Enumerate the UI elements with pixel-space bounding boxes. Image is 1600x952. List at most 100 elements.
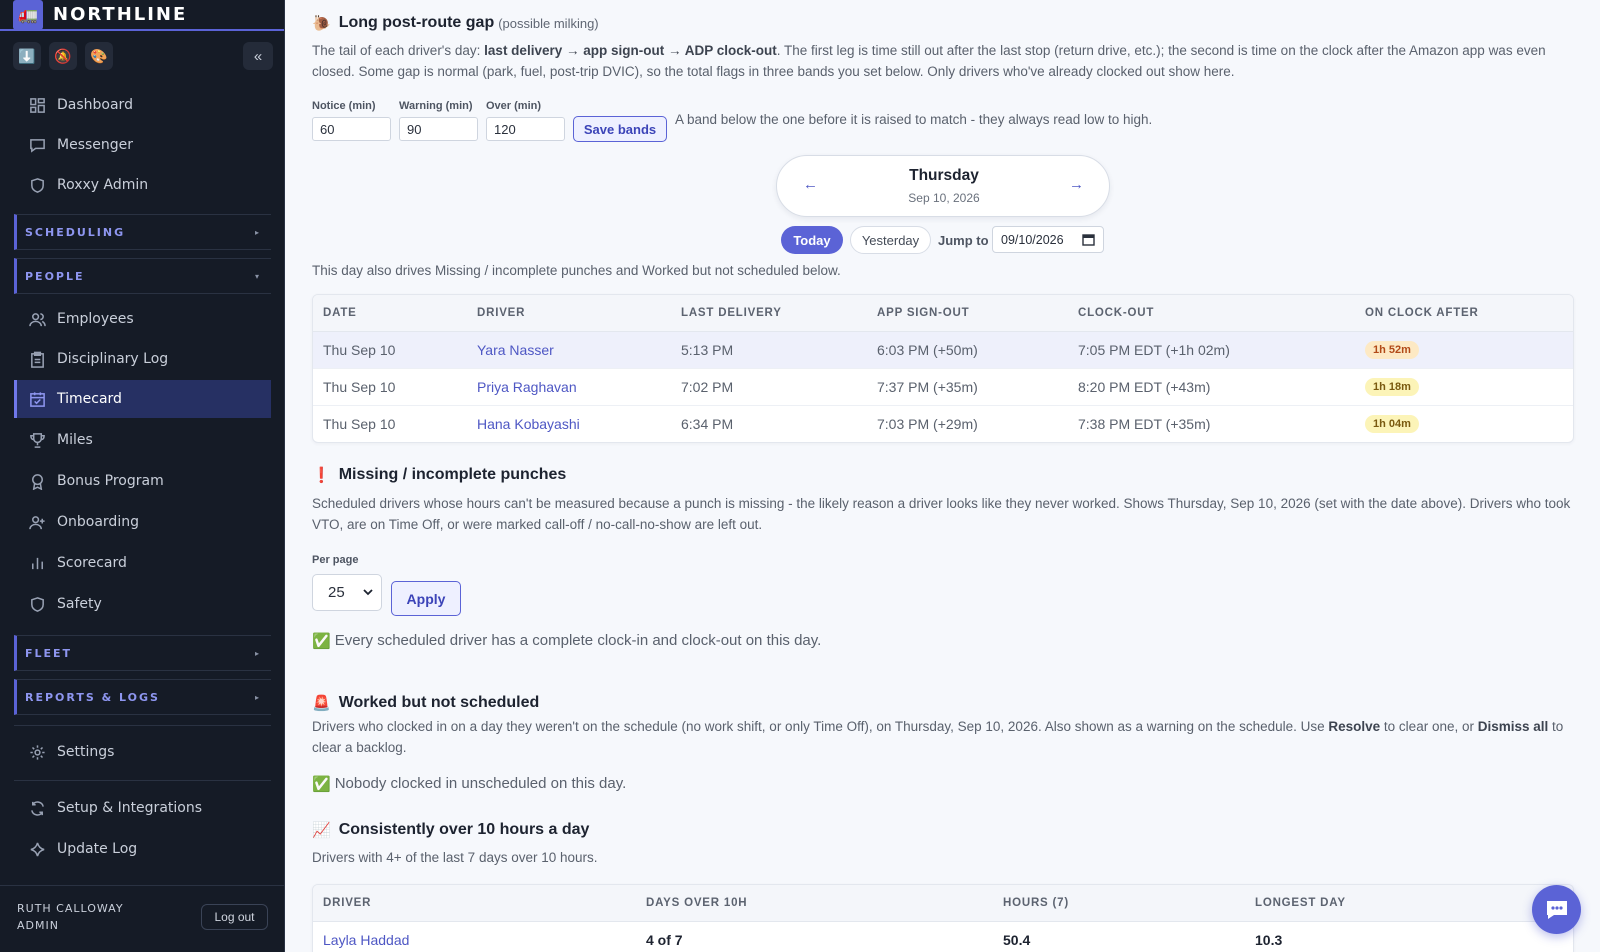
jump-to-date-input[interactable]: 09/10/2026 [992, 226, 1104, 253]
section-title-missing-punches: ❗ Missing / incomplete punches [312, 466, 566, 484]
dashboard-icon [28, 96, 46, 114]
per-page-label: Per page [312, 554, 359, 566]
day-weekday: Thursday [909, 167, 979, 184]
snail-icon: 🐌 [312, 15, 331, 32]
warning-label: Warning (min) [399, 100, 473, 112]
sidebar-item-label: Timecard [57, 391, 122, 407]
cell-date: Thu Sep 10 [313, 331, 467, 369]
cell-last-delivery: 7:02 PM [671, 368, 867, 406]
overtime-description: Drivers with 4+ of the last 7 days over … [312, 850, 598, 865]
cell-app-sign-out: 6:03 PM (+50m) [867, 331, 1068, 369]
sidebar-item-setup-integrations[interactable]: Setup & Integrations [14, 789, 271, 827]
palette-icon[interactable]: 🎨 [85, 42, 113, 70]
clipboard-icon [28, 350, 46, 368]
cell-days-over: 4 of 7 [636, 921, 993, 952]
sidebar-item-onboarding[interactable]: Onboarding [14, 503, 271, 541]
yesterday-button[interactable]: Yesterday [850, 226, 931, 254]
sidebar-item-employees[interactable]: Employees [14, 300, 271, 338]
dismiss-all-term: Dismiss all [1477, 719, 1549, 734]
cell-app-sign-out: 7:37 PM (+35m) [867, 368, 1068, 406]
col-header-clock-out[interactable]: CLOCK-OUT [1068, 295, 1355, 332]
ok-text: Every scheduled driver has a complete cl… [334, 632, 822, 649]
per-page-select[interactable]: 25 [312, 574, 382, 611]
brand[interactable]: 🚛 NORTHLINE [0, 0, 284, 31]
section-people[interactable]: PEOPLE ▾ [14, 258, 271, 294]
sidebar-item-roxxy-admin[interactable]: Roxxy Admin [14, 166, 271, 204]
warning-input[interactable] [399, 117, 478, 141]
chat-button[interactable] [1532, 885, 1581, 934]
section-title: Long post-route gap [338, 14, 495, 31]
sidebar-divider [14, 725, 271, 726]
driver-link[interactable]: Layla Haddad [323, 932, 409, 948]
col-header-days-over-10h[interactable]: DAYS OVER 10H [636, 885, 993, 922]
sidebar-item-label: Employees [57, 311, 134, 327]
sidebar-item-scorecard[interactable]: Scorecard [14, 544, 271, 582]
sync-icon [28, 799, 46, 817]
section-label: REPORTS & LOGS [25, 690, 160, 704]
col-header-date[interactable]: DATE [313, 295, 467, 332]
sidebar-item-timecard[interactable]: Timecard [14, 380, 271, 418]
section-reports-logs[interactable]: REPORTS & LOGS ▸ [14, 679, 271, 715]
chevron-down-icon: ▾ [254, 271, 259, 281]
sidebar-item-safety[interactable]: Safety [14, 585, 271, 623]
notice-input[interactable] [312, 117, 391, 141]
cell-date: Thu Sep 10 [323, 415, 396, 432]
collapse-sidebar-button[interactable]: « [243, 42, 273, 70]
mute-notifications-icon[interactable]: 🔕 [49, 42, 77, 70]
next-day-arrow-icon[interactable]: → [1069, 176, 1084, 193]
cell-date: Thu Sep 10 [313, 368, 467, 406]
sidebar-item-settings[interactable]: Settings [14, 733, 271, 771]
col-header-driver[interactable]: DRIVER [313, 885, 636, 922]
award-icon [28, 472, 46, 490]
driver-link[interactable]: Priya Raghavan [477, 379, 577, 395]
resolve-term: Resolve [1328, 719, 1381, 734]
band-note: A band below the one before it is raised… [675, 112, 1153, 127]
over-input[interactable] [486, 117, 565, 141]
section-scheduling[interactable]: SCHEDULING ▸ [14, 214, 271, 250]
sidebar-item-bonus-program[interactable]: Bonus Program [14, 462, 271, 500]
gap-description: The tail of each driver's day: last deli… [312, 43, 1546, 79]
section-subtitle: (possible milking) [498, 15, 599, 31]
sidebar: 🚛 NORTHLINE ⬇️ 🔕 🎨 « Dashboard Messenger… [0, 0, 285, 952]
col-header-last-delivery[interactable]: LAST DELIVERY [671, 295, 867, 332]
sidebar-item-messenger[interactable]: Messenger [14, 126, 271, 164]
unscheduled-ok-message: ✅ Nobody clocked in unscheduled on this … [312, 775, 626, 793]
sidebar-item-label: Dashboard [57, 97, 133, 113]
trend-up-icon: 📈 [312, 822, 331, 839]
sidebar-item-miles[interactable]: Miles [14, 421, 271, 459]
section-title: Missing / incomplete punches [338, 466, 567, 483]
cell-app-sign-out: 7:03 PM (+29m) [877, 415, 978, 432]
check-icon: ✅ [312, 776, 331, 793]
col-header-app-sign-out[interactable]: APP SIGN-OUT [867, 295, 1068, 332]
sidebar-item-dashboard[interactable]: Dashboard [14, 86, 271, 124]
sidebar-item-disciplinary-log[interactable]: Disciplinary Log [14, 340, 271, 378]
col-header-driver[interactable]: DRIVER [467, 295, 671, 332]
gear-icon [28, 743, 46, 761]
siren-icon: 🚨 [312, 695, 331, 712]
logout-button[interactable]: Log out [201, 904, 268, 930]
day-navigator: ← Thursday Sep 10, 2026 → [776, 155, 1110, 217]
apply-button[interactable]: Apply [391, 581, 461, 616]
col-header-hours-7[interactable]: HOURS (7) [993, 885, 1245, 922]
save-bands-button[interactable]: Save bands [573, 116, 667, 142]
today-button[interactable]: Today [781, 226, 843, 254]
current-user: RUTH CALLOWAY ADMIN [17, 900, 124, 934]
brand-name: NORTHLINE [53, 4, 188, 25]
exclamation-icon: ❗ [312, 467, 331, 484]
sidebar-item-label: Roxxy Admin [57, 177, 149, 193]
table-row: Layla Haddad 4 of 7 50.4 10.3 [313, 921, 1573, 952]
col-header-on-clock-after[interactable]: ON CLOCK AFTER [1355, 295, 1573, 332]
sidebar-footer-divider [0, 885, 285, 886]
section-label: FLEET [25, 646, 73, 660]
post-route-gap-table: DATE DRIVER LAST DELIVERY APP SIGN-OUT C… [312, 294, 1574, 443]
driver-link[interactable]: Hana Kobayashi [477, 416, 580, 432]
download-icon[interactable]: ⬇️ [13, 42, 41, 70]
cell-clock-out: 8:20 PM EDT (+43m) [1068, 368, 1355, 406]
cell-longest-day: 10.3 [1245, 921, 1573, 952]
message-icon [28, 136, 46, 154]
section-fleet[interactable]: FLEET ▸ [14, 635, 271, 671]
col-header-longest-day[interactable]: LONGEST DAY [1245, 885, 1573, 922]
driver-link[interactable]: Yara Nasser [477, 342, 554, 358]
gap-badge: 1h 52m [1365, 341, 1419, 359]
sidebar-item-update-log[interactable]: Update Log [14, 830, 271, 868]
